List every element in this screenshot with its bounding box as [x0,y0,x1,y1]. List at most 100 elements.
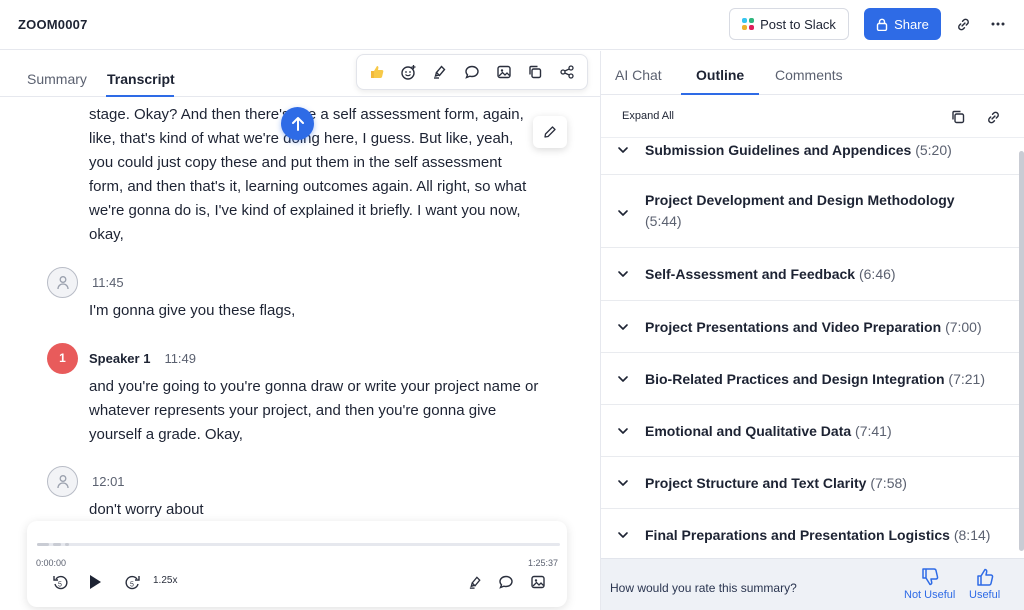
transcript-paragraph: don't worry about [89,501,204,518]
avatar [47,465,78,497]
copy-icon[interactable] [524,61,546,83]
copy-outline-link-button[interactable] [984,108,1002,126]
progress-segments [37,543,69,546]
comment-icon[interactable] [461,61,483,83]
edit-transcript-button[interactable] [533,116,567,148]
outline-item[interactable]: Final Preparations and Presentation Logi… [601,509,1019,558]
add-emoji-icon[interactable] [398,61,420,83]
playback-speed[interactable]: 1.25x [153,575,177,586]
copy-icon [952,110,965,124]
play-button[interactable] [84,571,106,593]
player-highlight-button[interactable] [464,571,486,593]
outline-item-title: Project Presentations and Video Preparat… [645,319,942,335]
tab-transcript[interactable]: Transcript [107,71,175,87]
post-to-slack-button[interactable]: Post to Slack [729,8,849,40]
chevron-down-icon [618,324,628,330]
share-button[interactable]: Share [864,8,941,40]
image-icon[interactable] [493,61,515,83]
outline-item-time: (8:14) [953,527,991,543]
highlighter-icon [469,575,481,589]
thumbs-up-icon[interactable] [366,61,388,83]
outline-item-title: Project Structure and Text Clarity [645,475,867,491]
top-bar: ZOOM0007 Post to Slack Share [0,0,1024,50]
tab-outline[interactable]: Outline [696,67,744,83]
outline-item-time: (7:00) [945,319,982,335]
image-icon [531,575,545,589]
meeting-title: ZOOM0007 [18,17,88,32]
avatar [47,266,78,298]
transcript-paragraph: and you're going to you're gonna draw or… [89,378,539,443]
entry-timestamp[interactable]: 11:49 [164,351,196,366]
outline-item-time: (7:21) [948,371,985,387]
outline-item[interactable]: Self-Assessment and Feedback (6:46) [601,248,1019,301]
outline-item[interactable]: Bio-Related Practices and Design Integra… [601,353,1019,405]
outline-item[interactable]: Project Structure and Text Clarity (7:58… [601,457,1019,509]
audio-player: 0:00:00 1:25:37 5 5 1.25x [27,521,567,607]
total-time: 1:25:37 [527,558,558,568]
tab-comments[interactable]: Comments [775,67,843,83]
transcript-entry-header: 11:45 [47,266,124,298]
thumbs-down-icon [921,568,938,586]
speaker-name[interactable]: Speaker 1 [89,351,150,366]
link-icon [957,18,969,30]
outline-item[interactable]: Emotional and Qualitative Data (7:41) [601,405,1019,457]
side-panel: AI Chat Outline Comments Expand All Subm… [600,51,1024,610]
transcript-panel: Summary Transcript stage. Okay? And then… [0,51,600,610]
useful-button[interactable]: Useful [969,567,1000,601]
transcript-entry-header: 12:01 [47,465,125,497]
outline-item[interactable]: Project Presentations and Video Preparat… [601,301,1019,353]
chevron-down-icon [618,271,628,277]
outline-item-title: Self-Assessment and Feedback [645,266,856,282]
rewind-5-button[interactable]: 5 [49,571,71,593]
highlighter-icon[interactable] [429,61,451,83]
chevron-down-icon [618,480,628,486]
share-icon[interactable] [556,61,578,83]
outline-list: Submission Guidelines and Appendices (5:… [601,138,1019,558]
pencil-icon [544,126,556,138]
link-icon [987,111,999,123]
expand-all-button[interactable]: Expand All [622,110,674,122]
more-options-button[interactable] [986,12,1010,36]
tab-ai-chat[interactable]: AI Chat [615,67,662,83]
outline-item-time: (7:58) [870,475,907,491]
outline-actions-bar: Expand All [601,95,1024,138]
user-icon [56,474,69,488]
outline-scrollbar[interactable] [1019,151,1024,551]
not-useful-button[interactable]: Not Useful [904,567,955,601]
arrow-up-icon [291,116,304,131]
transcript-paragraph: I'm gonna give you these flags, [89,302,296,319]
not-useful-label: Not Useful [904,589,956,601]
entry-timestamp[interactable]: 11:45 [92,275,124,290]
post-to-slack-label: Post to Slack [760,16,836,32]
copy-outline-button[interactable] [949,108,967,126]
outline-item-title: Emotional and Qualitative Data [645,423,852,439]
outline-item-time: (6:46) [858,266,896,282]
transcript-paragraph: stage. Okay? And then there's like a sel… [89,106,527,243]
player-image-button[interactable] [527,571,549,593]
outline-item-title: Submission Guidelines and Appendices [645,142,912,158]
more-horizontal-icon [991,22,1005,26]
thumbs-up-icon [976,568,993,586]
forward-5-button[interactable]: 5 [121,571,143,593]
svg-text:5: 5 [58,581,62,588]
outline-item-title: Final Preparations and Presentation Logi… [645,527,950,543]
outline-item-title: Bio-Related Practices and Design Integra… [645,371,945,387]
outline-item[interactable]: Project Development and Design Methodolo… [601,175,1019,248]
useful-label: Useful [969,589,1001,601]
current-time: 0:00:00 [36,558,67,568]
entry-timestamp[interactable]: 12:01 [92,474,125,489]
scroll-to-top-button[interactable] [281,107,314,140]
rating-bar: How would you rate this summary? Not Use… [601,558,1024,610]
copy-link-button[interactable] [951,12,975,36]
chevron-down-icon [618,428,628,434]
tab-summary[interactable]: Summary [27,71,87,87]
play-icon [90,575,101,589]
playback-progress-bar[interactable] [37,543,560,546]
outline-item[interactable]: Submission Guidelines and Appendices (5:… [601,138,1019,175]
player-comment-button[interactable] [495,571,517,593]
svg-text:5: 5 [130,581,134,588]
outline-item-title: Project Development and Design Methodolo… [645,192,955,208]
transcript-entry-header: 1 Speaker 1 11:49 [47,342,196,374]
chevron-down-icon [618,210,628,216]
rewind-5-icon: 5 [52,575,67,589]
